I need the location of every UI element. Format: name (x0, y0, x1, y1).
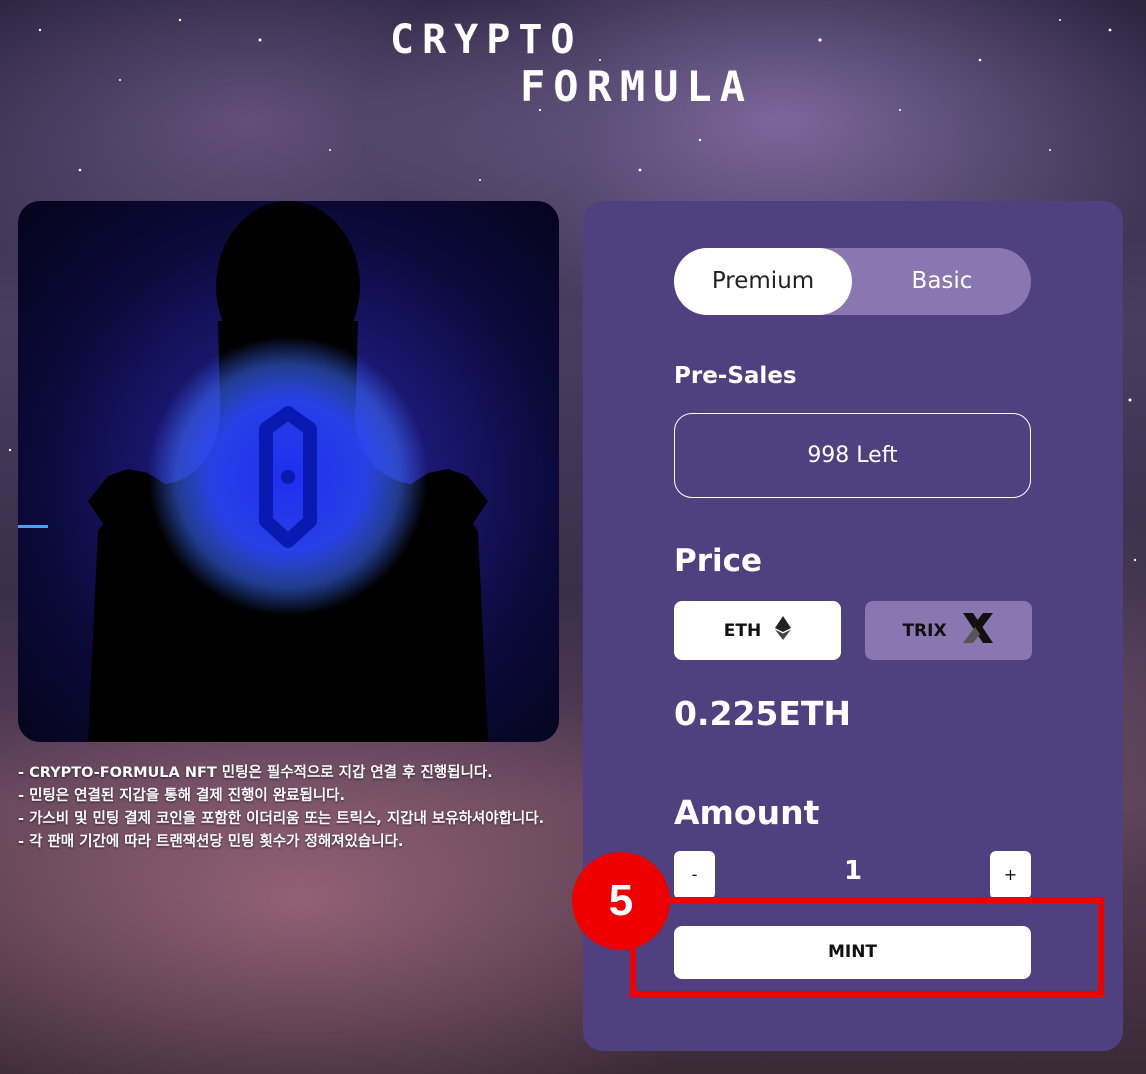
currency-trix-button[interactable]: TRIX (865, 601, 1032, 660)
logo-line-2: FORMULA (520, 62, 754, 111)
currency-trix-label: TRIX (902, 620, 947, 641)
decrement-button[interactable]: - (674, 851, 715, 899)
site-logo[interactable]: CRYPTO FORMULA (390, 20, 753, 108)
presale-label: Pre-Sales (674, 363, 797, 389)
note-item: - 민팅은 연결된 지갑을 통해 결제 진행이 완료됩니다. (18, 788, 346, 804)
currency-eth-button[interactable]: ETH (674, 601, 841, 660)
ethereum-icon (775, 616, 792, 645)
increment-button[interactable]: + (990, 851, 1031, 899)
note-item: - 가스비 및 민팅 결제 코인을 포함한 이더리움 또는 트릭스, 지갑내 보… (18, 811, 545, 827)
amount-label: Amount (674, 793, 820, 832)
note-item: - CRYPTO-FORMULA NFT 민팅은 필수적으로 지갑 연결 후 진… (18, 765, 493, 781)
minting-notes: - CRYPTO-FORMULA NFT 민팅은 필수적으로 지갑 연결 후 진… (18, 762, 563, 854)
logo-line-1: CRYPTO (390, 17, 583, 63)
trix-icon (961, 611, 995, 650)
step-highlight-box (630, 897, 1104, 997)
note-item: - 각 판매 기간에 따라 트랜잭션당 민팅 횟수가 정해져있습니다. (18, 834, 404, 850)
step-number-badge: 5 (572, 852, 670, 950)
currency-eth-label: ETH (723, 620, 762, 641)
tier-toggle: Premium Basic (674, 248, 1031, 315)
remaining-count: 998 Left (674, 413, 1031, 498)
tier-premium-option[interactable]: Premium (674, 248, 852, 315)
price-label: Price (674, 543, 763, 579)
tier-basic-option[interactable]: Basic (853, 248, 1031, 315)
nft-preview-image (18, 201, 559, 742)
price-value: 0.225ETH (674, 694, 852, 733)
quantity-value: 1 (843, 856, 863, 886)
